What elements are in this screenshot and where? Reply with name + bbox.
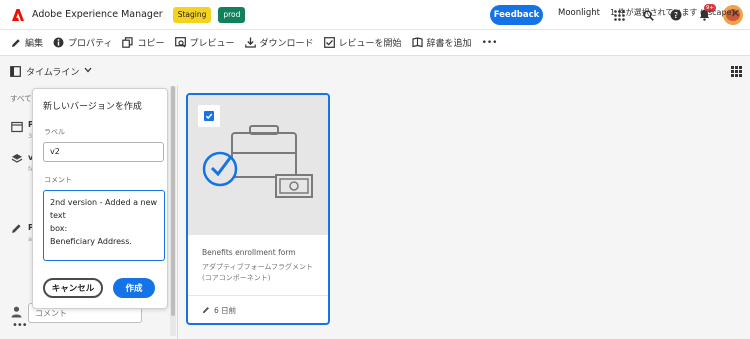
popover-title: 新しいバージョンを作成 bbox=[43, 102, 142, 112]
layers-icon bbox=[11, 153, 25, 167]
selection-status: 1 件が選択されています (escape) bbox=[610, 8, 735, 17]
card-thumbnail bbox=[188, 95, 328, 235]
properties-action[interactable]: プロパティ bbox=[53, 36, 112, 49]
version-comment-textarea[interactable]: 2nd version - Added a new text box: Bene… bbox=[43, 190, 165, 261]
card-divider bbox=[188, 295, 328, 296]
download-icon bbox=[244, 37, 256, 48]
selection-checkbox[interactable] bbox=[198, 105, 220, 127]
info-icon bbox=[53, 37, 64, 48]
copy-action[interactable]: コピー bbox=[122, 36, 165, 49]
edit-label: 編集 bbox=[25, 39, 44, 49]
pencil-icon bbox=[11, 223, 25, 237]
label-caption: ラベル bbox=[44, 128, 65, 136]
rail-scrollbar-thumb[interactable] bbox=[171, 86, 175, 316]
user-icon bbox=[11, 306, 25, 320]
properties-label: プロパティ bbox=[68, 39, 113, 49]
app-title[interactable]: Adobe Experience Manager bbox=[32, 9, 163, 20]
card-modified-text: 6 日前 bbox=[214, 306, 237, 315]
preview-action[interactable]: プレビュー bbox=[174, 36, 235, 49]
create-version-popover: 新しいバージョンを作成 ラベル v2 コメント 2nd version - Ad… bbox=[32, 88, 168, 309]
cancel-button[interactable]: キャンセル bbox=[43, 278, 103, 298]
card-title: Benefits enrollment form bbox=[202, 248, 296, 257]
action-bar: 編集 プロパティ コピー プレビュー ダウンロード レビューを開始 辞書を追加 … bbox=[0, 30, 750, 56]
timeline-header[interactable]: タイムライン bbox=[0, 56, 178, 86]
preview-label: プレビュー bbox=[189, 39, 235, 49]
preview-icon bbox=[174, 37, 186, 48]
pencil-icon bbox=[202, 306, 210, 316]
copy-label: コピー bbox=[137, 39, 165, 49]
dictionary-icon bbox=[411, 37, 423, 48]
start-review-label: レビューを開始 bbox=[338, 39, 402, 49]
view-grid-icon[interactable] bbox=[731, 66, 742, 80]
user-name[interactable]: Moonlight bbox=[558, 8, 600, 18]
review-icon bbox=[323, 37, 335, 48]
pencil-icon bbox=[10, 37, 21, 48]
copy-icon bbox=[122, 37, 134, 48]
form-fragment-illustration-icon bbox=[202, 125, 313, 198]
rail-toggle-icon bbox=[10, 65, 21, 77]
feedback-button[interactable]: Feedback bbox=[490, 5, 543, 25]
download-action[interactable]: ダウンロード bbox=[244, 36, 314, 49]
start-review-action[interactable]: レビューを開始 bbox=[323, 36, 402, 49]
staging-badge: Staging bbox=[172, 6, 212, 23]
add-dictionary-label: 辞書を追加 bbox=[426, 39, 472, 49]
version-label-input[interactable]: v2 bbox=[43, 142, 164, 162]
add-dictionary-action[interactable]: 辞書を追加 bbox=[411, 36, 472, 49]
close-selection-button[interactable]: ✕ bbox=[731, 7, 740, 20]
asset-card[interactable]: Benefits enrollment form アダプティブフォームフラグメン… bbox=[186, 93, 330, 325]
timeline-label: タイムライン bbox=[26, 67, 80, 78]
comment-caption: コメント bbox=[44, 176, 72, 184]
card-subtitle: アダプティブフォームフラグメント (コアコンポーネント) bbox=[202, 263, 313, 282]
download-label: ダウンロード bbox=[259, 39, 314, 49]
rail-scrollbar[interactable] bbox=[170, 86, 176, 336]
chevron-down-icon bbox=[84, 66, 92, 76]
more-actions-button[interactable]: ••• bbox=[482, 38, 498, 48]
page-icon bbox=[11, 121, 25, 135]
checkmark-icon bbox=[204, 111, 214, 121]
rail-filter-all[interactable]: すべて bbox=[10, 93, 32, 104]
adobe-logo-icon[interactable] bbox=[12, 8, 24, 21]
rail-more-icon[interactable]: ••• bbox=[12, 320, 28, 331]
create-button[interactable]: 作成 bbox=[113, 278, 155, 298]
prod-badge: prod bbox=[218, 6, 246, 23]
card-modified: 6 日前 bbox=[202, 305, 236, 316]
edit-action[interactable]: 編集 bbox=[10, 36, 43, 49]
